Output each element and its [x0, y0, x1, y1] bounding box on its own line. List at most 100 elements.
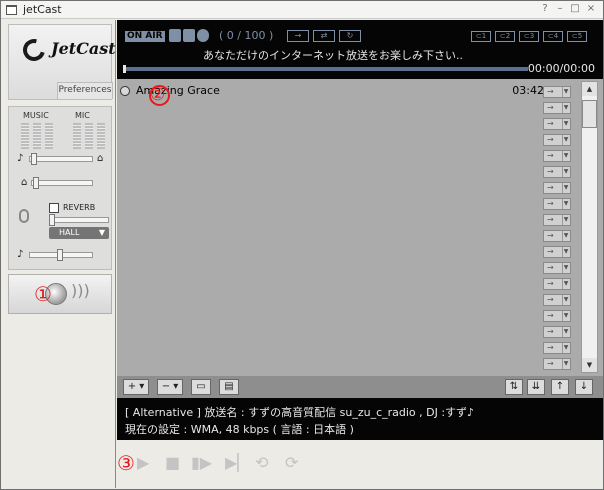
channel-2-button[interactable]: ⊂2: [495, 31, 515, 42]
add-track-button[interactable]: + ▾: [123, 379, 149, 395]
row-forward-button[interactable]: → ▼: [543, 294, 571, 306]
mic-level-meter-extra: [97, 123, 105, 149]
chevron-down-icon[interactable]: ▼: [562, 183, 569, 193]
save-playlist-button[interactable]: ▤: [219, 379, 239, 395]
chevron-down-icon[interactable]: ▼: [562, 119, 569, 129]
chevron-down-icon[interactable]: ▼: [562, 199, 569, 209]
chevron-down-icon[interactable]: ▼: [562, 247, 569, 257]
music-level-meter-left: [21, 123, 29, 149]
mic-small-icon: ⌂: [97, 153, 104, 164]
row-forward-button[interactable]: → ▼: [543, 182, 571, 194]
help-button[interactable]: ?: [538, 2, 552, 16]
row-forward-button[interactable]: → ▼: [543, 118, 571, 130]
playlist: Amazing Grace 03:42 ② → ▼ → ▼ → ▼ → ▼ → ▼ → ▼ → ▼ → ▼ → ▼…: [117, 79, 603, 376]
move-up-button[interactable]: ↑: [551, 379, 569, 395]
listener-counter: ( 0 / 100 ): [219, 29, 273, 42]
row-forward-button[interactable]: → ▼: [543, 214, 571, 226]
chevron-down-icon[interactable]: ▼: [562, 231, 569, 241]
track-duration: 03:42: [512, 84, 544, 97]
row-forward-button[interactable]: → ▼: [543, 262, 571, 274]
reverb-knob[interactable]: [49, 214, 55, 226]
current-settings-line: 現在の設定 : WMA, 48 kbps ( 言語 : 日本語 ): [125, 423, 354, 436]
channel-1-button[interactable]: ⊂1: [471, 31, 491, 42]
chevron-down-icon[interactable]: ▼: [562, 87, 569, 97]
row-forward-button[interactable]: → ▼: [543, 166, 571, 178]
play-button[interactable]: ▶: [137, 455, 149, 471]
reverb-slider[interactable]: [49, 217, 109, 223]
broadcast-waves-icon: ))): [71, 281, 90, 300]
mode-shuffle-button[interactable]: ⇄: [313, 30, 335, 42]
maximize-button[interactable]: □: [568, 2, 582, 16]
scroll-up-button[interactable]: ▲: [582, 82, 597, 96]
channel-5-button[interactable]: ⊂5: [567, 31, 587, 42]
row-forward-button[interactable]: → ▼: [543, 358, 571, 370]
mode-repeat-button[interactable]: ↻: [339, 30, 361, 42]
callout-3: ③: [117, 451, 135, 475]
chevron-down-icon[interactable]: ▼: [562, 343, 569, 353]
scroll-thumb[interactable]: [582, 100, 597, 128]
master-volume-icon: ♪: [17, 249, 24, 260]
chevron-down-icon[interactable]: ▼: [562, 327, 569, 337]
close-button[interactable]: ×: [584, 2, 598, 16]
row-forward-button[interactable]: → ▼: [543, 102, 571, 114]
onair-indicator: ON AIR: [125, 31, 165, 42]
row-forward-button[interactable]: → ▼: [543, 230, 571, 242]
playback-progress-handle[interactable]: [123, 65, 126, 73]
chevron-down-icon[interactable]: ▼: [562, 135, 569, 145]
chevron-down-icon[interactable]: ▼: [562, 103, 569, 113]
playlist-scrollbar[interactable]: ▲ ▼: [581, 81, 598, 373]
row-forward-button[interactable]: → ▼: [543, 342, 571, 354]
sort-all-button[interactable]: ⇊: [527, 379, 545, 395]
broadcast-button[interactable]: ))) ①: [8, 274, 112, 314]
chevron-down-icon[interactable]: ▼: [562, 167, 569, 177]
playlist-row[interactable]: Amazing Grace 03:42: [117, 83, 544, 99]
music-mic-balance-slider[interactable]: [29, 156, 93, 162]
chevron-down-icon[interactable]: ▼: [562, 295, 569, 305]
chevron-down-icon[interactable]: ▼: [562, 279, 569, 289]
row-forward-button[interactable]: → ▼: [543, 246, 571, 258]
logo-text: JetCast: [51, 39, 116, 58]
open-folder-button[interactable]: ▭: [191, 379, 211, 395]
callout-1: ①: [34, 282, 52, 306]
music-mic-balance-knob[interactable]: [31, 153, 37, 165]
row-forward-button[interactable]: → ▼: [543, 278, 571, 290]
left-panel: JetCast Preferences MUSIC MIC ♪ ⌂ ⌂ REVE…: [2, 20, 116, 488]
next-button[interactable]: ▶▏: [225, 455, 250, 471]
mic-level-meter-left: [73, 123, 81, 149]
reverb-type-select[interactable]: HALL ▼: [49, 227, 109, 239]
mic-gain-slider[interactable]: [31, 180, 93, 186]
forward-arrow-icon: →: [547, 215, 554, 224]
preferences-button[interactable]: Preferences: [57, 82, 113, 99]
chevron-down-icon[interactable]: ▼: [562, 263, 569, 273]
row-forward-button[interactable]: → ▼: [543, 150, 571, 162]
stop-button[interactable]: ■: [165, 455, 180, 471]
forward-arrow-icon: →: [547, 311, 554, 320]
row-forward-button[interactable]: → ▼: [543, 134, 571, 146]
connection-icon: [169, 29, 181, 42]
row-forward-button[interactable]: → ▼: [543, 198, 571, 210]
master-volume-knob[interactable]: [57, 249, 63, 261]
title-bar[interactable]: jetCast ? – □ ×: [1, 1, 603, 19]
mic-gain-knob[interactable]: [33, 177, 39, 189]
row-forward-button[interactable]: → ▼: [543, 86, 571, 98]
repeat-button[interactable]: ⟲: [255, 455, 268, 471]
scroll-down-button[interactable]: ▼: [582, 358, 597, 372]
chevron-down-icon[interactable]: ▼: [562, 151, 569, 161]
chevron-down-icon[interactable]: ▼: [562, 311, 569, 321]
chevron-down-icon[interactable]: ▼: [562, 359, 569, 369]
playback-progress-bar[interactable]: [124, 67, 528, 71]
reverb-checkbox[interactable]: [49, 203, 59, 213]
channel-4-button[interactable]: ⊂4: [543, 31, 563, 42]
remove-track-button[interactable]: − ▾: [157, 379, 183, 395]
repeat-one-button[interactable]: ⟳: [285, 455, 298, 471]
channel-3-button[interactable]: ⊂3: [519, 31, 539, 42]
mode-normal-button[interactable]: →: [287, 30, 309, 42]
row-forward-button[interactable]: → ▼: [543, 310, 571, 322]
pause-button[interactable]: ▮▶: [191, 455, 212, 471]
reverb-label: REVERB: [63, 203, 96, 212]
row-forward-button[interactable]: → ▼: [543, 326, 571, 338]
move-down-button[interactable]: ↓: [575, 379, 593, 395]
minimize-button[interactable]: –: [553, 2, 567, 16]
chevron-down-icon[interactable]: ▼: [562, 215, 569, 225]
sort-button[interactable]: ⇅: [505, 379, 523, 395]
